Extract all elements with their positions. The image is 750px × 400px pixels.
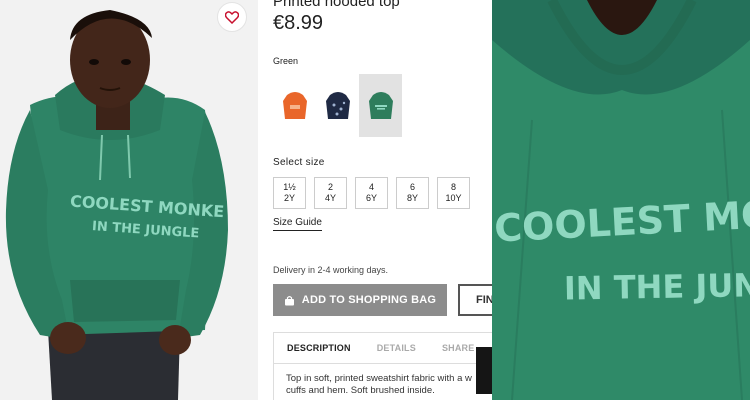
size-years: 10Y [445, 193, 462, 203]
product-photo: COOLEST MONKE IN THE JUNGLE [0, 0, 258, 400]
size-years: 2Y [283, 193, 295, 203]
green-hoodie-thumbnail [368, 91, 393, 119]
swatch-orange[interactable] [273, 74, 316, 137]
size-option-3[interactable]: 4 6Y [355, 177, 388, 209]
swatch-green[interactable] [359, 74, 402, 137]
orange-hoodie-thumbnail [282, 91, 307, 119]
size-age: 4 [368, 182, 374, 192]
size-option-1[interactable]: 1½ 2Y [273, 177, 306, 209]
find-in-store-button[interactable]: FIN [458, 284, 492, 316]
size-years: 8Y [406, 193, 418, 203]
color-swatches [273, 74, 402, 137]
shopping-bag-icon [284, 295, 295, 306]
hoodie-closeup-illustration: COOLEST MON IN THE JUNG [492, 0, 750, 400]
size-option-5[interactable]: 8 10Y [437, 177, 470, 209]
product-price: €8.99 [273, 12, 324, 34]
size-option-4[interactable]: 6 8Y [396, 177, 429, 209]
heart-icon [225, 10, 239, 24]
description-line: Top in soft, printed sweatshirt fabric w… [286, 373, 472, 384]
size-age: 6 [409, 182, 415, 192]
description-line: cuffs and hem. Soft brushed inside. [286, 385, 435, 396]
size-years: 4Y [324, 193, 336, 203]
wishlist-button[interactable] [217, 2, 247, 32]
product-info-panel: Printed hooded top €8.99 Green Select si… [258, 0, 492, 400]
closeup-print-line-2: IN THE JUNG [564, 266, 750, 308]
size-age: 2 [327, 182, 333, 192]
hoodie-closeup-photo: COOLEST MON IN THE JUNG [492, 0, 750, 400]
add-to-bag-button[interactable]: ADD TO SHOPPING BAG [273, 284, 447, 316]
tab-description[interactable]: DESCRIPTION [287, 343, 351, 353]
size-guide-link[interactable]: Size Guide [273, 217, 322, 231]
size-options: 1½ 2Y 2 4Y 4 6Y 6 8Y 8 10Y [273, 177, 478, 209]
product-title: Printed hooded top [273, 0, 400, 10]
size-age: 8 [450, 182, 456, 192]
tab-share[interactable]: SHARE [442, 343, 475, 353]
description-text: Top in soft, printed sweatshirt fabric w… [273, 363, 492, 400]
size-age: 1½ [283, 182, 296, 192]
size-option-2[interactable]: 2 4Y [314, 177, 347, 209]
swatch-navy[interactable] [316, 74, 359, 137]
navy-hoodie-thumbnail [325, 91, 350, 119]
child-model-illustration: COOLEST MONKE IN THE JUNGLE [0, 0, 258, 400]
delivery-info: Delivery in 2-4 working days. [273, 265, 389, 275]
product-tabs: DESCRIPTION DETAILS SHARE [273, 332, 492, 364]
dark-side-tab [476, 347, 492, 394]
select-size-label: Select size [273, 157, 325, 168]
tab-details[interactable]: DETAILS [377, 343, 416, 353]
selected-color-label: Green [273, 56, 299, 66]
size-years: 6Y [365, 193, 377, 203]
add-to-bag-label: ADD TO SHOPPING BAG [301, 294, 437, 306]
